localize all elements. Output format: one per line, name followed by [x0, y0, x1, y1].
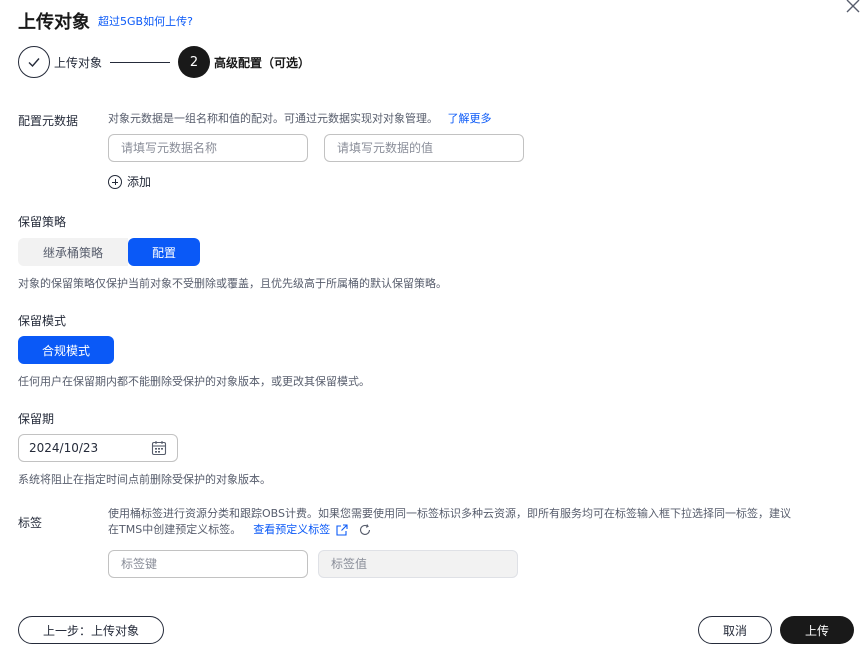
- tags-label: 标签: [18, 516, 43, 530]
- retention-policy-label: 保留策略: [18, 215, 67, 229]
- metadata-description-text: 对象元数据是一组名称和值的配对。可通过元数据实现对对象管理。: [108, 112, 438, 125]
- tags-description-line2-row: 在TMS中创建预定义标签。 查看预定义标签: [108, 522, 858, 538]
- learn-more-link[interactable]: 了解更多: [448, 112, 492, 125]
- view-predefined-tags-link[interactable]: 查看预定义标签: [253, 522, 330, 538]
- add-label: 添加: [127, 175, 152, 189]
- metadata-label: 配置元数据: [18, 114, 79, 128]
- configure-option[interactable]: 配置: [128, 238, 200, 266]
- upload-button[interactable]: 上传: [780, 616, 854, 644]
- plus-circle-icon: [108, 174, 122, 189]
- retention-period-description: 系统将阻止在指定时间点前删除受保护的对象版本。: [18, 473, 271, 486]
- step-2-circle: 2: [178, 46, 210, 78]
- previous-step-button[interactable]: 上一步：上传对象: [18, 616, 164, 644]
- step-1-done-circle: [18, 46, 50, 78]
- retention-date-picker[interactable]: 2024/10/23: [18, 434, 178, 462]
- close-icon[interactable]: [843, 0, 863, 18]
- tag-value-input[interactable]: [318, 550, 518, 578]
- cancel-button[interactable]: 取消: [698, 616, 772, 644]
- dialog-title: 上传对象: [18, 12, 90, 33]
- step-connector: [110, 62, 170, 63]
- refresh-icon[interactable]: [358, 523, 372, 537]
- upload-dialog: 上传对象 超过5GB如何上传? 上传对象 2 高级配置（可选） 配置元数据 对象…: [0, 0, 868, 661]
- retention-period-label: 保留期: [18, 412, 55, 426]
- help-link[interactable]: 超过5GB如何上传?: [98, 13, 193, 29]
- retention-policy-toggle: 继承桶策略 配置: [18, 238, 200, 266]
- retention-mode-description: 任何用户在保留期内都不能删除受保护的对象版本，或更改其保留模式。: [18, 375, 370, 388]
- add-metadata-button[interactable]: 添加: [108, 173, 151, 190]
- check-icon: [28, 58, 40, 68]
- retention-mode-label: 保留模式: [18, 314, 67, 328]
- compliance-mode-button[interactable]: 合规模式: [18, 336, 114, 364]
- inherit-bucket-policy-option[interactable]: 继承桶策略: [18, 238, 128, 266]
- retention-date-value: 2024/10/23: [29, 441, 99, 455]
- tag-key-input[interactable]: [108, 550, 308, 578]
- step-1-label: 上传对象: [54, 56, 103, 70]
- step-2-label: 高级配置（可选）: [214, 56, 311, 70]
- metadata-value-input[interactable]: [324, 134, 524, 162]
- retention-policy-description: 对象的保留策略仅保护当前对象不受删除或覆盖，且优先级高于所属桶的默认保留策略。: [18, 277, 447, 290]
- metadata-description: 对象元数据是一组名称和值的配对。可通过元数据实现对对象管理。 了解更多: [108, 111, 492, 127]
- tags-description-line2: 在TMS中创建预定义标签。: [108, 523, 242, 536]
- external-link-icon[interactable]: [335, 523, 349, 537]
- metadata-name-input[interactable]: [108, 134, 308, 162]
- tags-description-line1: 使用桶标签进行资源分类和跟踪OBS计费。如果您需要使用同一标签标识多种云资源，即…: [108, 507, 791, 520]
- tags-description: 使用桶标签进行资源分类和跟踪OBS计费。如果您需要使用同一标签标识多种云资源，即…: [108, 506, 858, 538]
- calendar-icon: [151, 441, 167, 456]
